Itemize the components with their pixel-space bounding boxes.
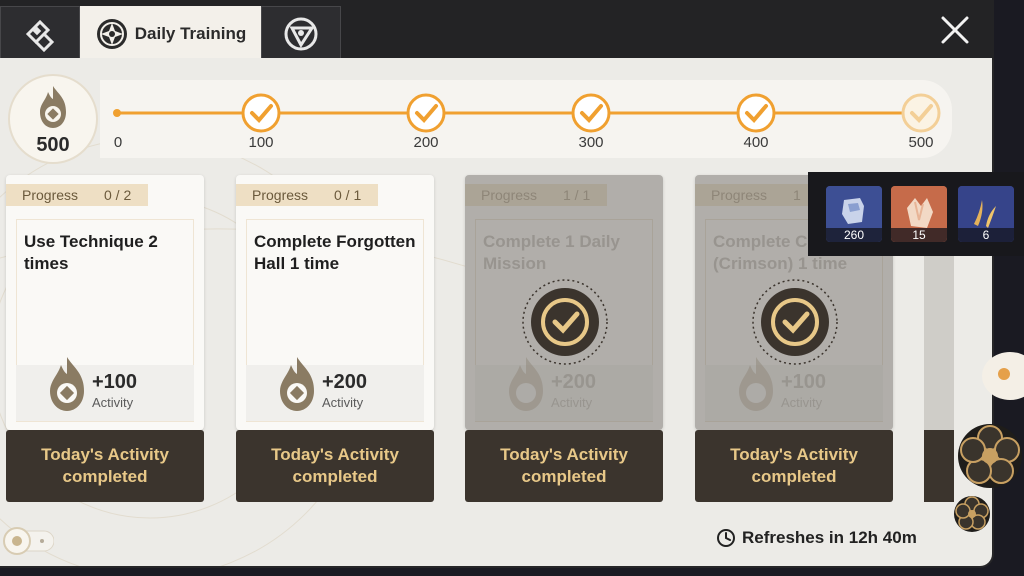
tab-compass[interactable] bbox=[261, 6, 341, 60]
status-button[interactable]: Today's Activity completed bbox=[236, 430, 434, 502]
daily-training-icon bbox=[96, 18, 127, 49]
milestone-check-icon[interactable] bbox=[240, 92, 282, 134]
milestone-label: 300 bbox=[578, 134, 604, 151]
reward-item[interactable]: 6 bbox=[958, 186, 1014, 242]
reward-count: 15 bbox=[891, 228, 947, 242]
status-button-partial[interactable] bbox=[924, 430, 954, 502]
flower-decoration bbox=[954, 352, 1024, 532]
tab-bar: Daily Training bbox=[0, 0, 994, 60]
activity-flame-icon bbox=[280, 357, 314, 411]
reward-item[interactable]: 260 bbox=[826, 186, 882, 242]
progress-tag: Progress 0 / 2 bbox=[6, 184, 148, 206]
task-card[interactable]: Progress 0 / 2 Use Technique 2 times +10… bbox=[6, 175, 204, 430]
status-button[interactable]: Today's Activity completed bbox=[695, 430, 893, 502]
status-line: completed bbox=[751, 467, 837, 486]
progress-value: 0 / 1 bbox=[334, 187, 362, 203]
status-line: completed bbox=[292, 467, 378, 486]
milestone-label: 500 bbox=[908, 134, 934, 151]
status-line: completed bbox=[62, 467, 148, 486]
tab-diamond[interactable] bbox=[0, 6, 80, 60]
milestone-check-icon[interactable] bbox=[735, 92, 777, 134]
status-line: Today's Activity bbox=[271, 445, 399, 464]
reward-amount: +200 bbox=[322, 371, 368, 393]
milestone-line bbox=[113, 109, 918, 117]
milestone-label: 200 bbox=[413, 134, 439, 151]
diamond-stack-icon bbox=[25, 19, 55, 52]
activity-flame-icon bbox=[50, 357, 84, 411]
task-title: Use Technique 2 times bbox=[24, 232, 158, 273]
reward-count: 260 bbox=[826, 228, 882, 242]
milestone-check-icon[interactable] bbox=[570, 92, 612, 134]
status-button[interactable]: Today's Activity completed bbox=[6, 430, 204, 502]
reward-item[interactable]: 15 bbox=[891, 186, 947, 242]
status-line: Today's Activity bbox=[730, 445, 858, 464]
tab-daily-training[interactable]: Daily Training bbox=[80, 6, 261, 60]
reward-preview-popup: 260 15 6 bbox=[808, 172, 1024, 256]
reward-count: 6 bbox=[958, 228, 1014, 242]
refresh-text: Refreshes in 12h 40m bbox=[742, 528, 917, 547]
reward-label: Activity bbox=[92, 395, 134, 410]
milestone-label: 400 bbox=[743, 134, 769, 151]
compass-triangle-icon bbox=[284, 17, 318, 50]
progress-label: Progress bbox=[252, 187, 309, 203]
reward-label: Activity bbox=[322, 395, 364, 410]
progress-value: 0 / 2 bbox=[104, 187, 132, 203]
daily-training-window: Daily Training 500 0 100 200 300 400 500… bbox=[0, 0, 994, 568]
tab-label: Daily Training bbox=[134, 23, 247, 43]
training-panel: 500 0 100 200 300 400 500 Progress 0 / 2… bbox=[0, 58, 992, 566]
milestone-check-icon[interactable] bbox=[405, 92, 447, 134]
task-card[interactable]: Progress 0 / 1 Complete Forgotten Hall 1… bbox=[236, 175, 434, 430]
clock-icon bbox=[717, 529, 735, 547]
task-title: Complete Forgotten Hall 1 time bbox=[254, 232, 416, 273]
refresh-timer: Refreshes in 12h 40m bbox=[716, 528, 917, 548]
milestone-check-icon[interactable] bbox=[900, 92, 942, 134]
task-card[interactable]: Progress 1 / 1 Complete 1 Daily Mission … bbox=[465, 175, 663, 430]
status-line: Today's Activity bbox=[500, 445, 628, 464]
completed-check-icon bbox=[752, 279, 838, 365]
status-line: Today's Activity bbox=[41, 445, 169, 464]
status-line: completed bbox=[521, 467, 607, 486]
completed-check-icon bbox=[522, 279, 608, 365]
reward-amount: +100 bbox=[92, 371, 138, 393]
settings-toggle-icon[interactable] bbox=[2, 526, 54, 556]
close-icon[interactable] bbox=[935, 10, 975, 50]
milestone-label: 100 bbox=[248, 134, 274, 151]
status-button[interactable]: Today's Activity completed bbox=[465, 430, 663, 502]
progress-label: Progress bbox=[22, 187, 79, 203]
progress-tag: Progress 0 / 1 bbox=[236, 184, 378, 206]
milestone-label: 0 bbox=[113, 134, 123, 151]
